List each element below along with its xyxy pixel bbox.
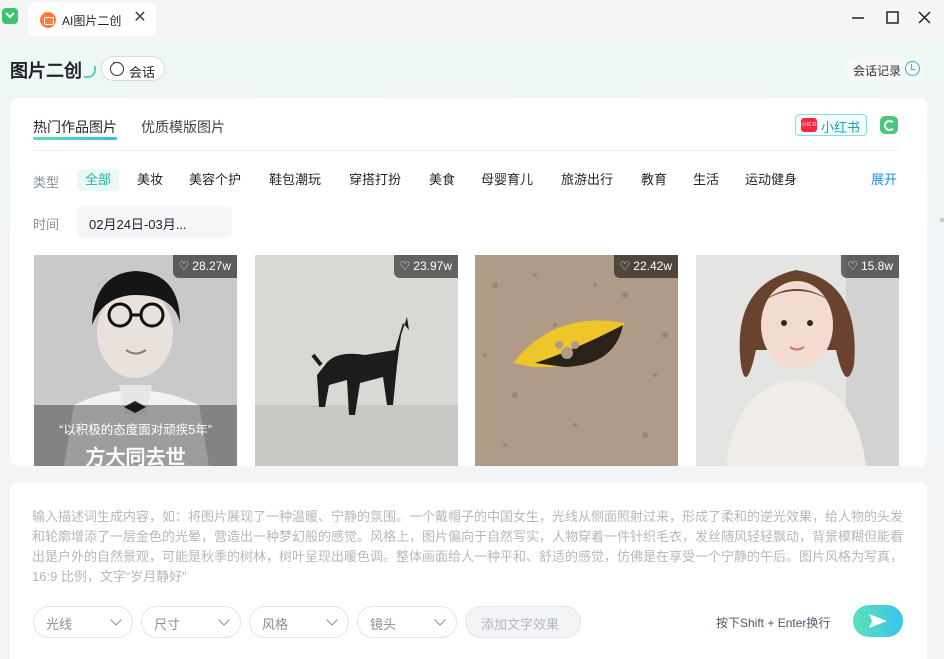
lighting-select[interactable]: 光线: [33, 606, 133, 638]
style-select[interactable]: 风格: [249, 606, 349, 638]
lens-label: 镜头: [370, 617, 397, 632]
gallery-item[interactable]: ♡ 15.8w: [696, 255, 899, 466]
category-parenting[interactable]: 母婴育儿: [481, 169, 533, 191]
gallery-item[interactable]: ♡ 22.42w: [475, 255, 678, 466]
prompt-input[interactable]: 输入描述词生成内容，如：将图片展现了一种温暖、宁静的氛围。一个戴帽子的中国女生，…: [32, 507, 904, 587]
refresh-icon[interactable]: [880, 116, 898, 134]
chevron-down-icon: [110, 614, 122, 626]
add-text-effect-button[interactable]: 添加文字效果: [465, 606, 581, 638]
prompt-panel: 输入描述词生成内容，如：将图片展现了一种温暖、宁静的氛围。一个戴帽子的中国女生，…: [10, 482, 927, 659]
likes-badge: ♡ 28.27w: [172, 255, 237, 278]
divider: [33, 150, 899, 151]
likes-count: 28.27w: [192, 259, 231, 273]
title-decoration: [84, 66, 96, 78]
leaf-image: [475, 255, 678, 466]
gallery-item[interactable]: ♡ 28.27w “以积极的态度面对顽疾5年” 方大同去世: [34, 255, 237, 466]
likes-count: 23.97w: [413, 259, 452, 273]
send-button[interactable]: [853, 605, 903, 637]
tab-quality-templates[interactable]: 优质模版图片: [141, 117, 225, 137]
category-makeup[interactable]: 美妆: [137, 169, 163, 191]
chat-label: 会话: [129, 65, 156, 80]
likes-count: 22.42w: [633, 259, 672, 273]
window-close-button[interactable]: [910, 6, 940, 30]
category-life[interactable]: 生活: [693, 169, 719, 191]
likes-count: 15.8w: [860, 259, 893, 273]
heart-icon: ♡: [847, 259, 858, 273]
chevron-down-icon: [218, 614, 230, 626]
category-travel[interactable]: 旅游出行: [561, 169, 613, 191]
category-beauty-care[interactable]: 美容个护: [189, 169, 241, 191]
text-effect-label: 添加文字效果: [481, 617, 560, 632]
heart-icon: ♡: [178, 259, 190, 273]
likes-badge: ♡ 15.8w: [841, 255, 899, 278]
chat-icon: [110, 57, 124, 76]
source-label: 小红书: [821, 120, 861, 135]
time-label: 时间: [33, 217, 60, 232]
xiaohongshu-source-button[interactable]: 小红书 小红书: [795, 114, 867, 136]
app-logo-icon: [2, 8, 18, 24]
lens-select[interactable]: 镜头: [357, 606, 457, 638]
category-education[interactable]: 教育: [641, 169, 667, 191]
category-bags-toys[interactable]: 鞋包潮玩: [269, 169, 321, 191]
gallery-item[interactable]: ♡ 23.97w: [255, 255, 458, 466]
newline-hint: 按下Shift + Enter换行: [716, 616, 831, 630]
lighting-label: 光线: [46, 617, 73, 632]
category-food[interactable]: 美食: [429, 169, 455, 191]
style-label: 风格: [262, 617, 289, 632]
minimize-button[interactable]: [844, 6, 874, 30]
history-label: 会话记录: [853, 64, 902, 78]
chat-button[interactable]: 会话: [101, 56, 165, 81]
tab-hot-works[interactable]: 热门作品图片: [33, 117, 117, 140]
close-icon[interactable]: ✕: [132, 9, 148, 27]
heart-icon: ♡: [619, 259, 631, 273]
scrollbar[interactable]: [940, 218, 944, 222]
title-bar: AI图片二创 ✕: [0, 0, 944, 38]
image-headline: 方大同去世: [85, 447, 186, 466]
send-icon: [869, 614, 887, 628]
heart-icon: ♡: [399, 259, 411, 273]
date-range-value: 02月24日-03月...: [89, 217, 187, 232]
history-button[interactable]: 会话记录: [845, 57, 925, 81]
xiaohongshu-logo-icon: 小红书: [801, 118, 817, 132]
likes-badge: ♡ 23.97w: [393, 255, 458, 278]
browser-tab[interactable]: AI图片二创 ✕: [28, 3, 156, 36]
gallery-panel: 热门作品图片 优质模版图片 小红书 小红书 类型 全部 美妆 美容个护 鞋包潮玩…: [10, 98, 927, 466]
chevron-down-icon: [434, 614, 446, 626]
type-label: 类型: [33, 175, 60, 190]
clock-icon: [905, 61, 920, 76]
ai-image-icon: [40, 12, 56, 28]
cat-drawing-image: [255, 255, 458, 466]
tab-title: AI图片二创: [62, 14, 122, 28]
size-select[interactable]: 尺寸: [141, 606, 241, 638]
expand-button[interactable]: 展开: [871, 169, 897, 191]
chevron-down-icon: [326, 614, 338, 626]
likes-badge: ♡ 22.42w: [613, 255, 678, 278]
size-label: 尺寸: [154, 617, 181, 632]
category-fitness[interactable]: 运动健身: [745, 169, 797, 191]
category-outfits[interactable]: 穿搭打扮: [349, 169, 401, 191]
woman-portrait-image: [696, 255, 899, 466]
image-caption: “以积极的态度面对顽疾5年”: [59, 423, 212, 437]
maximize-button[interactable]: [877, 6, 907, 30]
category-all[interactable]: 全部: [77, 169, 120, 191]
date-range-select[interactable]: 02月24日-03月...: [77, 206, 232, 238]
page-title: 图片二创: [10, 61, 82, 81]
